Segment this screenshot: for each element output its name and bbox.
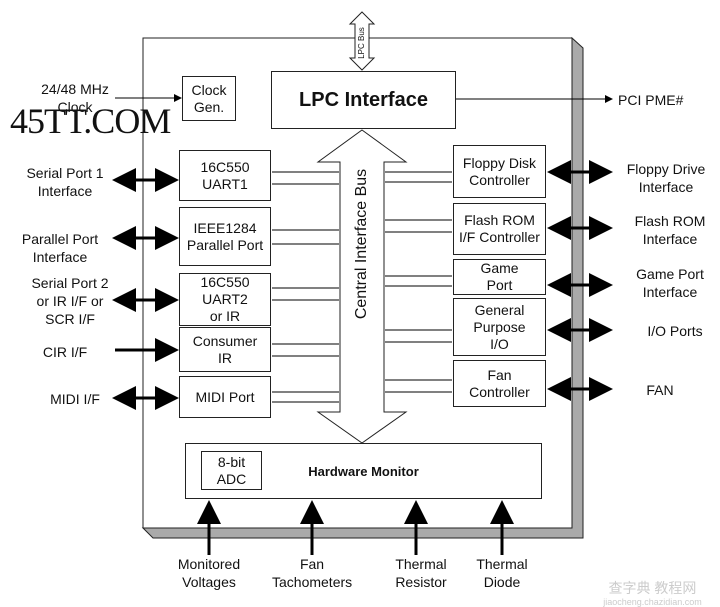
watermark-chazidian: 查字典 教程网 jiaocheng.chazidian.com — [585, 578, 720, 607]
left-label-midi: MIDI I/F — [50, 391, 100, 407]
left-label-cir: CIR I/F — [42, 344, 88, 360]
left-label-serial2: Serial Port 2 or IR I/F or SCR I/F — [31, 275, 109, 327]
uart1-block: 16C550 UART1 — [179, 150, 271, 201]
central-bus-label: Central Interface Bus — [353, 168, 370, 320]
block-diagram: LPC Bus Central Interface Bus 24/48 MHz … — [0, 0, 720, 607]
right-label-floppy: Floppy Drive Interface — [626, 161, 706, 195]
watermark-chazidian-text: 查字典 教程网 — [608, 580, 697, 596]
right-label-game: Game Port Interface — [636, 266, 704, 300]
left-label-parallel: Parallel Port Interface — [21, 231, 99, 265]
bottom-label-diode: Thermal Diode — [476, 556, 528, 590]
adc-block: 8-bit ADC — [201, 451, 262, 490]
bottom-label-voltages: Monitored Voltages — [177, 556, 241, 590]
lpc-bus-label: LPC Bus — [357, 27, 366, 59]
fan-controller-block: Fan Controller — [453, 360, 546, 407]
midi-block: MIDI Port — [179, 376, 271, 418]
uart2-block: 16C550 UART2 or IR — [179, 273, 271, 326]
right-label-flash: Flash ROM Interface — [634, 213, 706, 247]
bottom-label-tachometers: Fan Tachometers — [272, 556, 353, 590]
floppy-block: Floppy Disk Controller — [453, 145, 546, 198]
hardware-monitor-label: Hardware Monitor — [308, 463, 419, 479]
gpio-block: General Purpose I/O — [453, 298, 546, 356]
bottom-label-resistor: Thermal Resistor — [395, 556, 447, 590]
game-port-block: Game Port — [453, 259, 546, 295]
clock-gen-block: Clock Gen. — [182, 76, 236, 121]
pci-pme-label: PCI PME# — [618, 92, 684, 108]
watermark-chazidian-url: jiaocheng.chazidian.com — [603, 597, 702, 607]
left-label-serial1: Serial Port 1 Interface — [26, 165, 104, 199]
flash-rom-block: Flash ROM I/F Controller — [453, 203, 546, 255]
right-label-fan: FAN — [646, 382, 674, 398]
consumer-ir-block: Consumer IR — [179, 327, 271, 372]
right-label-io: I/O Ports — [647, 323, 703, 339]
lpc-interface-block: LPC Interface — [271, 71, 456, 129]
watermark-45tt: 45TT.COM — [10, 101, 171, 141]
parallel-block: IEEE1284 Parallel Port — [179, 207, 271, 266]
